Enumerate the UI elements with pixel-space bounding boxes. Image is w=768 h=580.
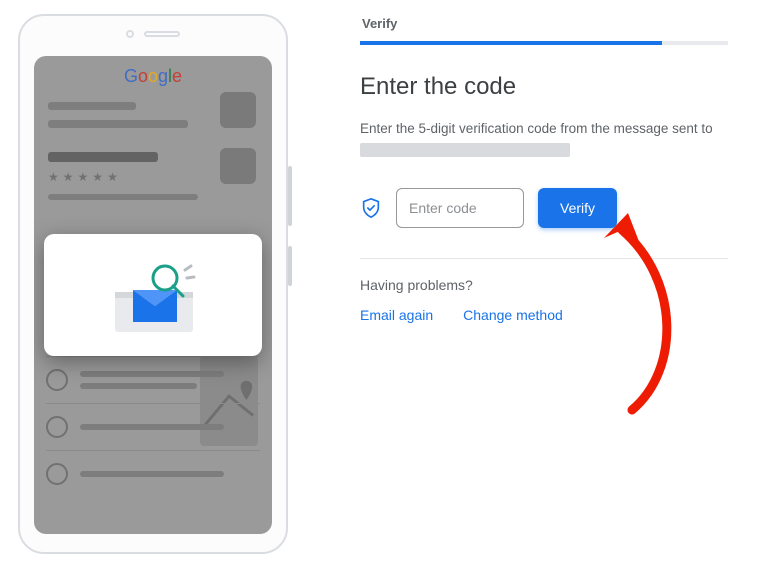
google-logo: Google (34, 56, 272, 87)
illustration-card (44, 234, 262, 356)
instruction-text: Enter the 5-digit verification code from… (360, 119, 728, 160)
phone-speaker (126, 30, 180, 38)
mail-search-icon (93, 250, 213, 340)
phone-mockup: Google ★★★★★ (18, 14, 288, 554)
phone-side-button (288, 246, 292, 286)
tab-verify[interactable]: Verify (360, 10, 399, 41)
placeholder-business: ★★★★★ (48, 152, 258, 200)
email-again-link[interactable]: Email again (360, 307, 433, 323)
divider (360, 258, 728, 259)
placeholder-lines (48, 102, 258, 128)
progress-bar (360, 41, 728, 45)
verify-button[interactable]: Verify (538, 188, 617, 228)
verified-shield-icon (360, 197, 382, 219)
phone-screen: Google ★★★★★ (34, 56, 272, 534)
placeholder-list (46, 356, 260, 497)
instruction-prefix: Enter the 5-digit verification code from… (360, 121, 713, 136)
step-tabs: Verify (360, 10, 728, 42)
code-input[interactable] (396, 188, 524, 228)
phone-side-button (288, 166, 292, 226)
change-method-link[interactable]: Change method (463, 307, 563, 323)
verify-panel: Verify Enter the code Enter the 5-digit … (360, 10, 728, 323)
redacted-recipient (360, 143, 570, 157)
problems-label: Having problems? (360, 277, 728, 293)
page-title: Enter the code (360, 73, 728, 101)
